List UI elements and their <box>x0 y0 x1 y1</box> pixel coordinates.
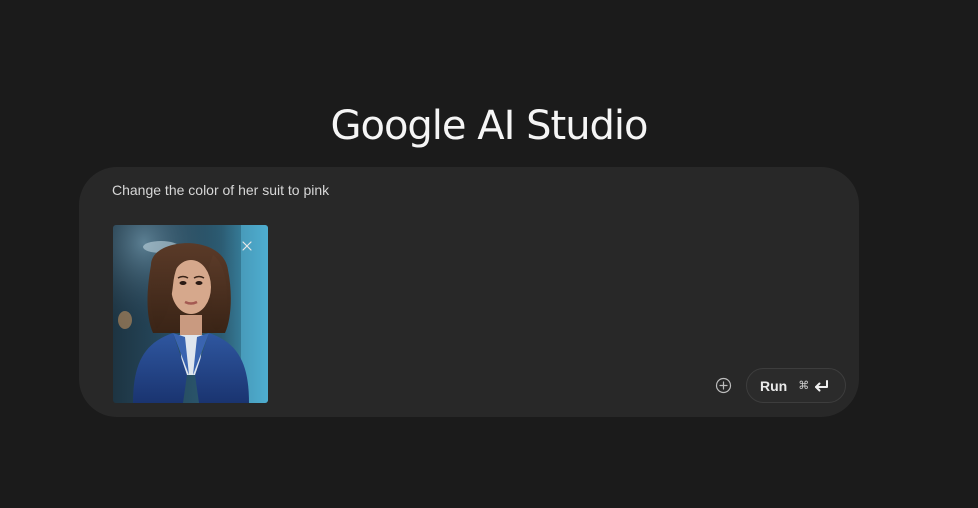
prompt-composer[interactable]: Change the color of her suit to pink Run… <box>79 167 859 417</box>
app-root: Google AI Studio Change the color of her… <box>0 0 978 508</box>
command-key-icon: ⌘ <box>798 379 810 392</box>
enter-arrow-icon <box>815 379 829 391</box>
prompt-input-text[interactable]: Change the color of her suit to pink <box>112 182 329 198</box>
run-button-label: Run <box>760 377 788 394</box>
add-circle-icon[interactable] <box>715 377 732 394</box>
run-button[interactable]: Run ⌘ <box>746 368 846 403</box>
close-icon[interactable] <box>240 239 254 253</box>
attached-image-thumbnail[interactable] <box>113 225 268 403</box>
google-ai-studio-logo: Google AI Studio <box>330 103 648 149</box>
